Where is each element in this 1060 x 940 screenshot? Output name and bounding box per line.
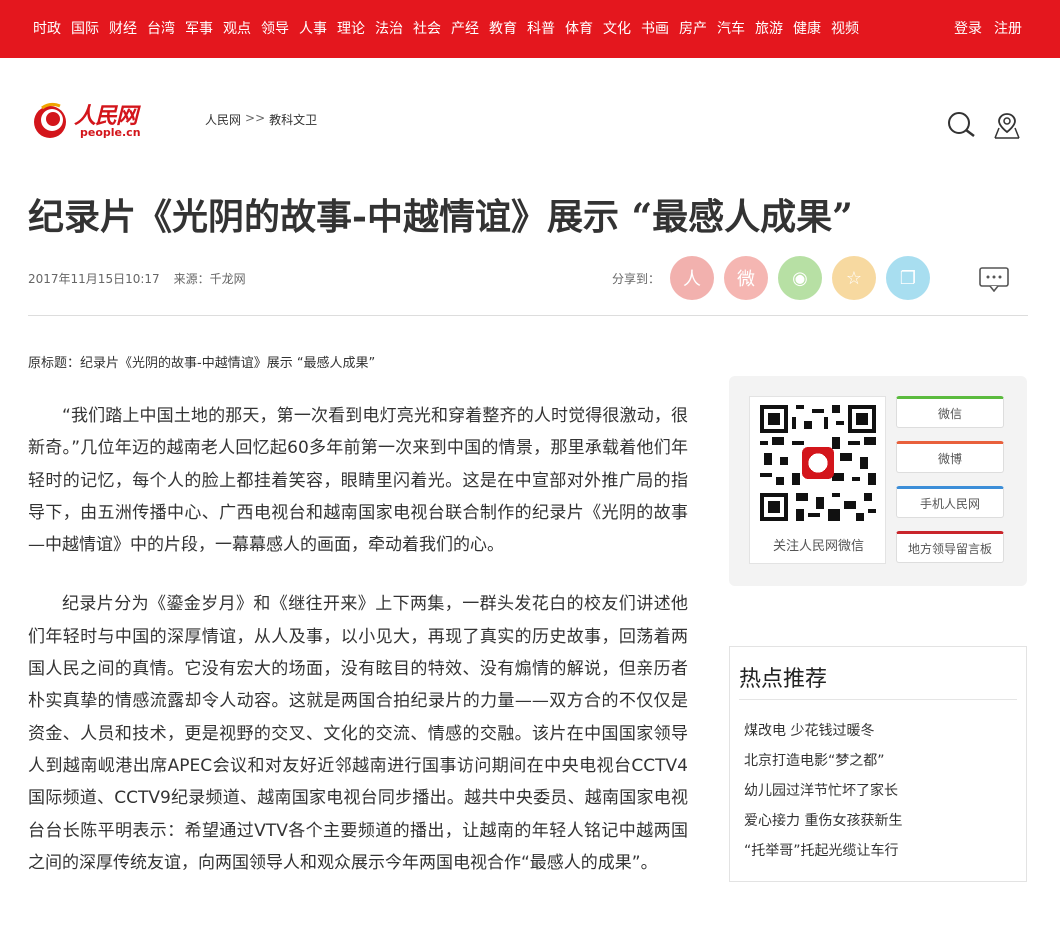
hot-item-link[interactable]: 幼儿园过洋节忙坏了家长 xyxy=(744,781,902,811)
people-share-icon[interactable]: 人 xyxy=(670,256,714,300)
article-paragraph: 纪录片分为《鎏金岁月》和《继往开来》上下两集，一群头发花白的校友们讲述他们年轻时… xyxy=(28,594,688,873)
nav-item[interactable]: 领导 xyxy=(261,18,289,38)
leader-message-board-button[interactable]: 地方领导留言板 xyxy=(896,531,1004,563)
article-paragraph: “我们踏上中国土地的那天，第一次看到电灯亮光和穿着整齐的人时觉得很激动，很新奇。… xyxy=(28,406,688,556)
nav-item[interactable]: 健康 xyxy=(793,18,821,38)
publish-date: 2017年11月15日10:17 xyxy=(28,272,160,286)
wechat-share-icon[interactable]: ◉ xyxy=(778,256,822,300)
nav-item[interactable]: 体育 xyxy=(565,18,593,38)
breadcrumb: 人民网 >> 教科文卫 xyxy=(205,111,317,128)
comment-icon[interactable] xyxy=(978,266,1010,292)
nav-item[interactable]: 书画 xyxy=(641,18,669,38)
logo-mark-icon xyxy=(34,102,66,138)
weibo-share-icon[interactable]: 微 xyxy=(724,256,768,300)
nav-item[interactable]: 军事 xyxy=(185,18,213,38)
nav-item[interactable]: 房产 xyxy=(679,18,707,38)
mobile-people-button[interactable]: 手机人民网 xyxy=(896,486,1004,518)
hot-recommend-list: 煤改电 少花钱过暖冬 北京打造电影“梦之都” 幼儿园过洋节忙坏了家长 爱心接力 … xyxy=(744,721,902,871)
share-label: 分享到： xyxy=(612,272,661,286)
nav-item[interactable]: 国际 xyxy=(71,18,99,38)
nav-item[interactable]: 人事 xyxy=(299,18,327,38)
hot-item-link[interactable]: 北京打造电影“梦之都” xyxy=(744,751,902,781)
hot-item-link[interactable]: “托举哥”托起光缆让车行 xyxy=(744,841,902,871)
nav-item[interactable]: 财经 xyxy=(109,18,137,38)
hot-recommend-panel: 热点推荐 煤改电 少花钱过暖冬 北京打造电影“梦之都” 幼儿园过洋节忙坏了家长 … xyxy=(729,646,1027,882)
copy-share-icon[interactable]: ❐ xyxy=(886,256,930,300)
nav-item[interactable]: 时政 xyxy=(33,18,61,38)
location-icon[interactable] xyxy=(992,110,1022,140)
article-title: 纪录片《光阴的故事-中越情谊》展示 “最感人成果” xyxy=(28,196,853,238)
breadcrumb-section[interactable]: 教科文卫 xyxy=(269,111,317,128)
logo-text-en: people.cn xyxy=(80,126,141,139)
nav-item[interactable]: 旅游 xyxy=(755,18,783,38)
qr-caption: 关注人民网微信 xyxy=(772,539,864,554)
article-body: “我们踏上中国土地的那天，第一次看到电灯亮光和穿着整齐的人时觉得很激动，很新奇。… xyxy=(28,400,688,906)
search-icon[interactable] xyxy=(946,110,976,140)
article-meta: 2017年11月15日10:17 来源：千龙网 xyxy=(28,270,246,287)
nav-item[interactable]: 文化 xyxy=(603,18,631,38)
nav-item[interactable]: 台湾 xyxy=(147,18,175,38)
hot-recommend-title: 热点推荐 xyxy=(739,667,828,692)
nav-item[interactable]: 汽车 xyxy=(717,18,745,38)
nav-item[interactable]: 产经 xyxy=(451,18,479,38)
nav-item[interactable]: 科普 xyxy=(527,18,555,38)
breadcrumb-separator: >> xyxy=(245,111,266,125)
nav-item[interactable]: 社会 xyxy=(413,18,441,38)
weibo-button[interactable]: 微博 xyxy=(896,441,1004,473)
wechat-button[interactable]: 微信 xyxy=(896,396,1004,428)
article-source[interactable]: 来源：千龙网 xyxy=(174,270,246,287)
nav-item[interactable]: 理论 xyxy=(337,18,365,38)
qr-code-icon xyxy=(760,405,876,521)
qr-card: 关注人民网微信 xyxy=(749,396,886,564)
hot-recommend-divider xyxy=(739,699,1017,700)
site-logo[interactable]: 人民网 people.cn xyxy=(30,98,150,146)
original-title: 原标题：纪录片《光阴的故事-中越情谊》展示 “最感人成果” xyxy=(28,356,376,371)
hot-item-link[interactable]: 煤改电 少花钱过暖冬 xyxy=(744,721,902,751)
follow-panel: 关注人民网微信 微信 微博 手机人民网 地方领导留言板 xyxy=(729,376,1027,586)
hot-item-link[interactable]: 爱心接力 重伤女孩获新生 xyxy=(744,811,902,841)
nav-item[interactable]: 教育 xyxy=(489,18,517,38)
nav-item[interactable]: 法治 xyxy=(375,18,403,38)
channel-nav: 时政 国际 财经 台湾 军事 观点 领导 人事 理论 法治 社会 产经 教育 科… xyxy=(33,18,859,38)
top-nav-bar: 时政 国际 财经 台湾 军事 观点 领导 人事 理论 法治 社会 产经 教育 科… xyxy=(0,0,1060,58)
header-divider xyxy=(28,315,1028,316)
register-link[interactable]: 注册 xyxy=(994,18,1022,38)
account-nav: 登录 注册 xyxy=(954,18,1022,38)
nav-item[interactable]: 观点 xyxy=(223,18,251,38)
login-link[interactable]: 登录 xyxy=(954,18,982,38)
nav-item[interactable]: 视频 xyxy=(831,18,859,38)
breadcrumb-home[interactable]: 人民网 xyxy=(205,111,241,128)
favorite-share-icon[interactable]: ☆ xyxy=(832,256,876,300)
